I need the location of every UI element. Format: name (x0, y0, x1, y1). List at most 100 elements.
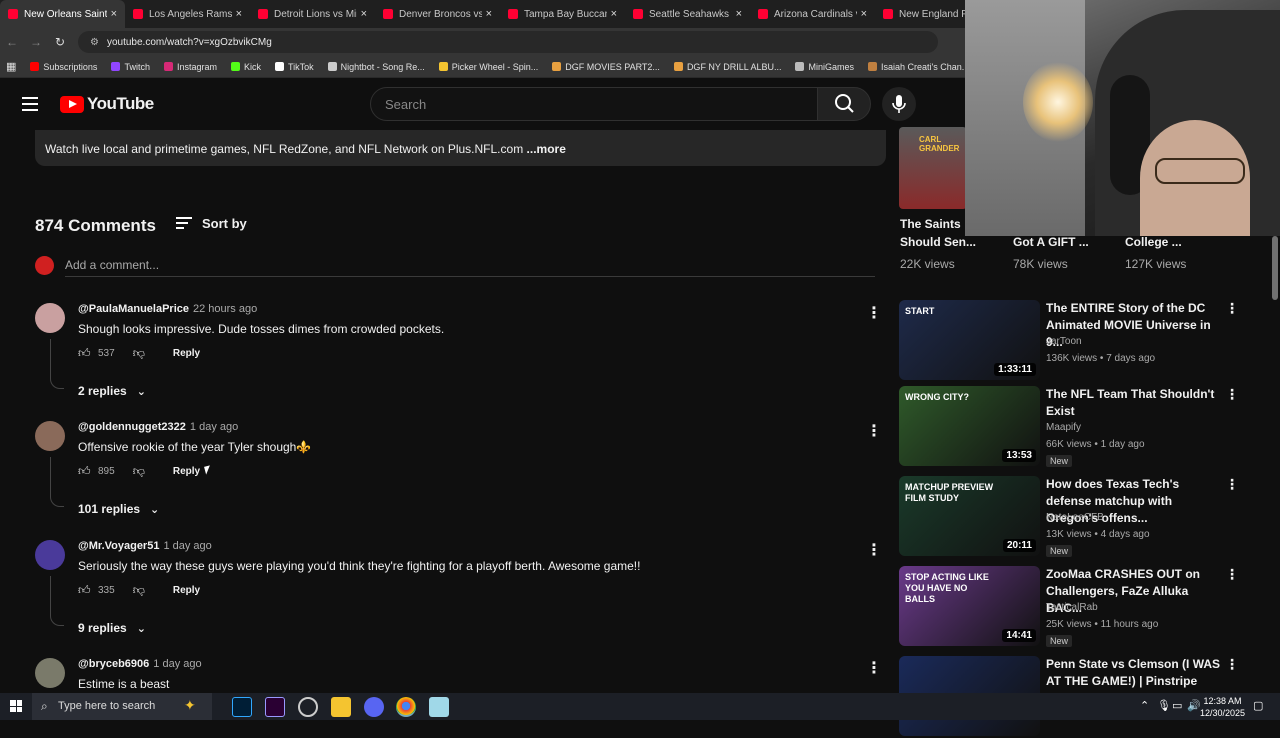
bookmark-item[interactable]: MiniGames (795, 62, 854, 72)
bookmark-item[interactable]: Nightbot - Song Re... (327, 62, 425, 72)
commenter-avatar[interactable] (35, 658, 65, 688)
commenter-avatar[interactable] (35, 540, 65, 570)
network-icon[interactable]: ▭ (1172, 699, 1182, 712)
reply-button[interactable]: Reply (173, 466, 200, 477)
show-replies-button[interactable]: 2 replies ⌄ (78, 384, 146, 398)
notifications-icon[interactable]: ▢ (1253, 699, 1263, 712)
browser-tab[interactable]: Denver Broncos vs Ka × (375, 0, 500, 28)
close-tab-icon[interactable]: × (611, 8, 617, 20)
forward-icon[interactable]: → (24, 35, 48, 49)
like-icon[interactable]: 👍︎ (78, 583, 92, 598)
bookmark-item[interactable]: DGF MOVIES PART2... (552, 62, 660, 72)
bookmark-item[interactable]: Subscriptions (30, 62, 97, 72)
video-thumbnail[interactable]: STOP ACTING LIKE YOU HAVE NO BALLS 14:41 (899, 566, 1040, 646)
video-menu-icon[interactable]: ⋮ (1225, 300, 1239, 317)
comment-author[interactable]: @goldennugget2322 1 day ago (78, 421, 238, 433)
browser-tab[interactable]: Seattle Seahawks vs. × (625, 0, 750, 28)
back-icon[interactable]: ← (0, 35, 24, 49)
bookmark-item[interactable]: TikTok (275, 62, 314, 72)
comment-menu-icon[interactable]: ⋮ (866, 421, 882, 441)
video-menu-icon[interactable]: ⋮ (1225, 476, 1239, 493)
bookmark-item[interactable]: Kick (230, 62, 261, 72)
tray-chevron-icon[interactable]: ⌃ (1140, 699, 1149, 712)
obs-icon[interactable] (298, 697, 318, 717)
volume-icon[interactable]: 🔊 (1187, 699, 1201, 712)
comment-author[interactable]: @bryceb6906 1 day ago (78, 658, 202, 670)
dislike-icon[interactable]: 👎︎ (133, 346, 145, 361)
close-tab-icon[interactable]: × (111, 8, 117, 20)
browser-tab[interactable]: Tampa Bay Buccaneer × (500, 0, 625, 28)
bookmark-item[interactable]: Isaiah Creati's Chan... (867, 62, 969, 72)
video-thumbnail[interactable]: MATCHUP PREVIEW FILM STUDY 20:11 (899, 476, 1040, 556)
video-menu-icon[interactable]: ⋮ (1225, 656, 1239, 673)
description-more-link[interactable]: ...more (523, 142, 566, 156)
bookmark-item[interactable]: DGF NY DRILL ALBU... (673, 62, 781, 72)
search-input[interactable]: Search (370, 87, 818, 121)
windows-start-icon[interactable] (10, 700, 22, 712)
address-bar[interactable]: ⚙ youtube.com/watch?v=xgOzbvikCMg (78, 31, 938, 53)
page-scrollbar[interactable] (1272, 236, 1278, 300)
browser-tab[interactable]: Detroit Lions vs Minn × (250, 0, 375, 28)
taskbar-clock[interactable]: 12:38 AM 12/30/2025 (1200, 695, 1245, 719)
sort-by-button[interactable]: Sort by (176, 214, 247, 232)
site-info-icon[interactable]: ⚙ (90, 37, 99, 48)
bookmark-item[interactable]: Instagram (163, 62, 217, 72)
channel-name[interactable]: NateLeeCFB (1046, 512, 1104, 523)
video-menu-icon[interactable]: ⋮ (1225, 386, 1239, 403)
video-title[interactable]: The NFL Team That Shouldn't Exist (1046, 386, 1221, 420)
browser-tab[interactable]: Los Angeles Rams vs × (125, 0, 250, 28)
recommended-video[interactable]: START 1:33:11 The ENTIRE Story of the DC A… (899, 300, 1239, 382)
like-icon[interactable]: 👍︎ (78, 346, 92, 361)
commenter-avatar[interactable] (35, 303, 65, 333)
photoshop-icon[interactable] (232, 697, 252, 717)
chrome-icon[interactable] (396, 697, 416, 717)
notepad-icon[interactable] (429, 697, 449, 717)
reply-button[interactable]: Reply (173, 585, 200, 596)
short-title[interactable]: The Saints (900, 215, 961, 233)
channel-name[interactable]: TacticalRab (1046, 602, 1098, 613)
video-thumbnail[interactable]: START 1:33:11 (899, 300, 1040, 380)
video-description[interactable]: Watch live local and primetime games, NF… (35, 130, 886, 166)
comment-menu-icon[interactable]: ⋮ (866, 658, 882, 678)
close-tab-icon[interactable]: × (861, 8, 867, 20)
recommended-video[interactable]: STOP ACTING LIKE YOU HAVE NO BALLS 14:41 Z… (899, 566, 1239, 648)
menu-icon[interactable] (22, 97, 38, 115)
sparkle-icon[interactable]: ✦ (184, 697, 204, 717)
youtube-logo[interactable]: YouTube (60, 94, 154, 114)
bookmark-item[interactable]: Twitch (111, 62, 150, 72)
voice-search-button[interactable] (882, 87, 916, 121)
close-tab-icon[interactable]: × (486, 8, 492, 20)
short-thumbnail[interactable]: CARL GRANDER (899, 127, 967, 209)
video-menu-icon[interactable]: ⋮ (1225, 566, 1239, 583)
comment-time[interactable]: 1 day ago (190, 421, 238, 433)
premiere-icon[interactable] (265, 697, 285, 717)
recommended-video[interactable]: MATCHUP PREVIEW FILM STUDY 20:11 How does … (899, 476, 1239, 558)
comment-menu-icon[interactable]: ⋮ (866, 540, 882, 560)
recommended-video[interactable]: WRONG CITY? 13:53 The NFL Team That Should… (899, 386, 1239, 468)
bookmark-item[interactable]: Picker Wheel - Spin... (438, 62, 538, 72)
close-tab-icon[interactable]: × (361, 8, 367, 20)
browser-tab[interactable]: Arizona Cardinals vs. × (750, 0, 875, 28)
comment-author[interactable]: @PaulaManuelaPrice 22 hours ago (78, 303, 257, 315)
comment-time[interactable]: 1 day ago (163, 540, 211, 552)
add-comment-input[interactable]: Add a comment... (65, 258, 159, 272)
reply-button[interactable]: Reply (173, 348, 200, 359)
channel-name[interactable]: JarToon (1046, 336, 1082, 347)
close-tab-icon[interactable]: × (236, 8, 242, 20)
discord-icon[interactable] (364, 697, 384, 717)
apps-icon[interactable]: ▦ (6, 60, 16, 73)
commenter-avatar[interactable] (35, 421, 65, 451)
show-replies-button[interactable]: 9 replies ⌄ (78, 621, 146, 635)
channel-name[interactable]: Maapify (1046, 422, 1081, 433)
comment-menu-icon[interactable]: ⋮ (866, 303, 882, 323)
show-replies-button[interactable]: 101 replies ⌄ (78, 502, 159, 516)
dislike-icon[interactable]: 👎︎ (133, 583, 145, 598)
video-thumbnail[interactable]: WRONG CITY? 13:53 (899, 386, 1040, 466)
like-icon[interactable]: 👍︎ (78, 464, 92, 479)
comment-time[interactable]: 22 hours ago (193, 303, 257, 315)
microphone-tray-icon[interactable]: 🎙 (1157, 699, 1171, 712)
search-button[interactable] (817, 87, 871, 121)
comment-time[interactable]: 1 day ago (153, 658, 201, 670)
browser-tab[interactable]: New Orleans Saints vs × (0, 0, 125, 28)
file-explorer-icon[interactable] (331, 697, 351, 717)
